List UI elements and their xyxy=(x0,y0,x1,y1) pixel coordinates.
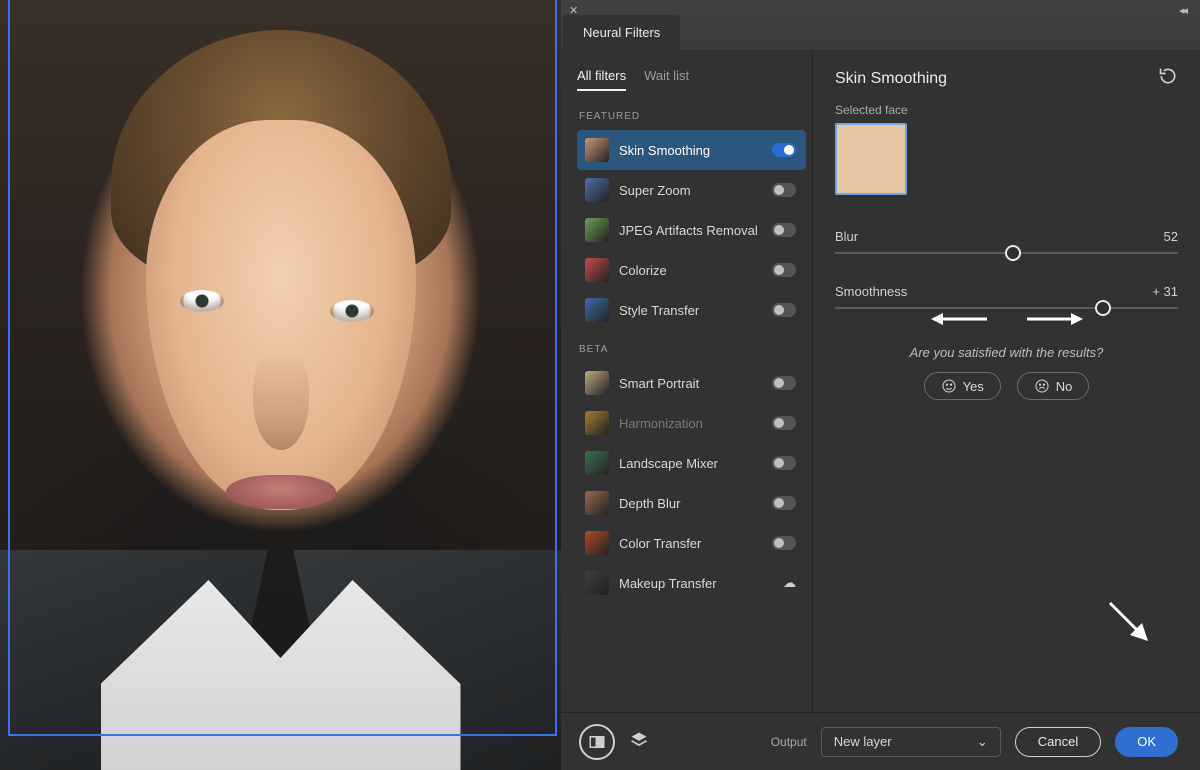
filter-row-super-zoom[interactable]: Super Zoom xyxy=(577,170,806,210)
survey-yes-label: Yes xyxy=(963,379,984,394)
annotation-arrows xyxy=(835,311,1178,327)
filters-list: All filters Wait list FEATURED Skin Smoo… xyxy=(561,50,813,712)
filter-label: Colorize xyxy=(619,263,762,278)
ok-button[interactable]: OK xyxy=(1115,727,1178,757)
filter-row-depth-blur[interactable]: Depth Blur xyxy=(577,483,806,523)
filter-toggle[interactable] xyxy=(772,183,796,197)
filter-toggle[interactable] xyxy=(772,416,796,430)
blur-slider[interactable] xyxy=(835,252,1178,254)
survey-no-label: No xyxy=(1056,379,1073,394)
smoothness-slider[interactable] xyxy=(835,307,1178,309)
output-select-value: New layer xyxy=(834,734,892,749)
filter-thumb-icon xyxy=(585,138,609,162)
filter-label: Makeup Transfer xyxy=(619,576,773,591)
section-featured: FEATURED xyxy=(579,111,806,122)
survey-question: Are you satisfied with the results? xyxy=(835,345,1178,360)
blur-value: 52 xyxy=(1164,229,1178,244)
filter-thumb-icon xyxy=(585,571,609,595)
filter-row-color-transfer[interactable]: Color Transfer xyxy=(577,523,806,563)
chevron-down-icon: ⌄ xyxy=(977,734,988,750)
filter-thumb-icon xyxy=(585,258,609,282)
filter-label: JPEG Artifacts Removal xyxy=(619,223,762,238)
cancel-button[interactable]: Cancel xyxy=(1015,727,1101,757)
filter-label: Harmonization xyxy=(619,416,762,431)
subtab-all-filters[interactable]: All filters xyxy=(577,68,626,91)
filter-row-style-transfer[interactable]: Style Transfer xyxy=(577,290,806,330)
filter-thumb-icon xyxy=(585,531,609,555)
blur-label: Blur xyxy=(835,229,858,244)
preview-toggle-button[interactable] xyxy=(579,724,615,760)
filter-thumb-icon xyxy=(585,491,609,515)
filter-thumb-icon xyxy=(585,411,609,435)
neural-filters-panel: ✕ ◂◂ Neural Filters All filters Wait lis… xyxy=(561,0,1200,770)
cloud-download-icon[interactable]: ☁ xyxy=(783,575,796,591)
layers-icon[interactable] xyxy=(629,730,649,753)
filter-thumb-icon xyxy=(585,371,609,395)
filter-thumb-icon xyxy=(585,178,609,202)
collapse-panel-icon[interactable]: ◂◂ xyxy=(1179,4,1186,17)
panel-footer: Output New layer ⌄ Cancel OK xyxy=(561,712,1200,770)
selected-face-label: Selected face xyxy=(835,103,1178,117)
blur-slider-thumb[interactable] xyxy=(1005,245,1021,261)
frown-icon xyxy=(1034,378,1050,394)
filter-label: Depth Blur xyxy=(619,496,762,511)
filter-toggle[interactable] xyxy=(772,456,796,470)
portrait-photo xyxy=(0,0,561,770)
filter-toggle[interactable] xyxy=(772,496,796,510)
filter-toggle[interactable] xyxy=(772,376,796,390)
filter-label: Super Zoom xyxy=(619,183,762,198)
selected-face-thumb[interactable] xyxy=(835,123,907,195)
filter-toggle[interactable] xyxy=(772,143,796,157)
filter-row-smart-portrait[interactable]: Smart Portrait xyxy=(577,363,806,403)
filter-toggle[interactable] xyxy=(772,223,796,237)
filter-toggle[interactable] xyxy=(772,303,796,317)
smile-icon xyxy=(941,378,957,394)
filter-row-skin-smoothing[interactable]: Skin Smoothing xyxy=(577,130,806,170)
smoothness-value: + 31 xyxy=(1152,284,1178,299)
arrow-left-icon xyxy=(931,311,987,327)
annotation-arrow-to-ok xyxy=(1106,599,1152,648)
filter-label: Smart Portrait xyxy=(619,376,762,391)
filter-label: Color Transfer xyxy=(619,536,762,551)
filter-toggle[interactable] xyxy=(772,263,796,277)
panel-tab-neural-filters[interactable]: Neural Filters xyxy=(563,15,680,50)
filter-toggle[interactable] xyxy=(772,536,796,550)
filter-row-colorize[interactable]: Colorize xyxy=(577,250,806,290)
filter-row-harmonization[interactable]: Harmonization xyxy=(577,403,806,443)
filter-thumb-icon xyxy=(585,218,609,242)
filter-label: Skin Smoothing xyxy=(619,143,762,158)
survey-yes-button[interactable]: Yes xyxy=(924,372,1001,400)
filter-settings: Skin Smoothing Selected face Blur 52 xyxy=(813,50,1200,712)
filter-label: Style Transfer xyxy=(619,303,762,318)
arrow-right-icon xyxy=(1027,311,1083,327)
output-select[interactable]: New layer ⌄ xyxy=(821,727,1001,757)
before-after-icon xyxy=(588,733,606,751)
settings-title: Skin Smoothing xyxy=(835,70,947,88)
filter-row-makeup-transfer[interactable]: Makeup Transfer ☁ xyxy=(577,563,806,603)
survey-no-button[interactable]: No xyxy=(1017,372,1090,400)
output-label: Output xyxy=(771,735,807,749)
filter-label: Landscape Mixer xyxy=(619,456,762,471)
smoothness-label: Smoothness xyxy=(835,284,907,299)
filter-row-landscape-mixer[interactable]: Landscape Mixer xyxy=(577,443,806,483)
document-canvas[interactable] xyxy=(0,0,561,770)
section-beta: BETA xyxy=(579,344,806,355)
filter-row-jpeg-artifacts-removal[interactable]: JPEG Artifacts Removal xyxy=(577,210,806,250)
subtab-wait-list[interactable]: Wait list xyxy=(644,68,689,91)
smoothness-slider-thumb[interactable] xyxy=(1095,300,1111,316)
filter-thumb-icon xyxy=(585,298,609,322)
filter-thumb-icon xyxy=(585,451,609,475)
reset-icon[interactable] xyxy=(1158,66,1178,91)
